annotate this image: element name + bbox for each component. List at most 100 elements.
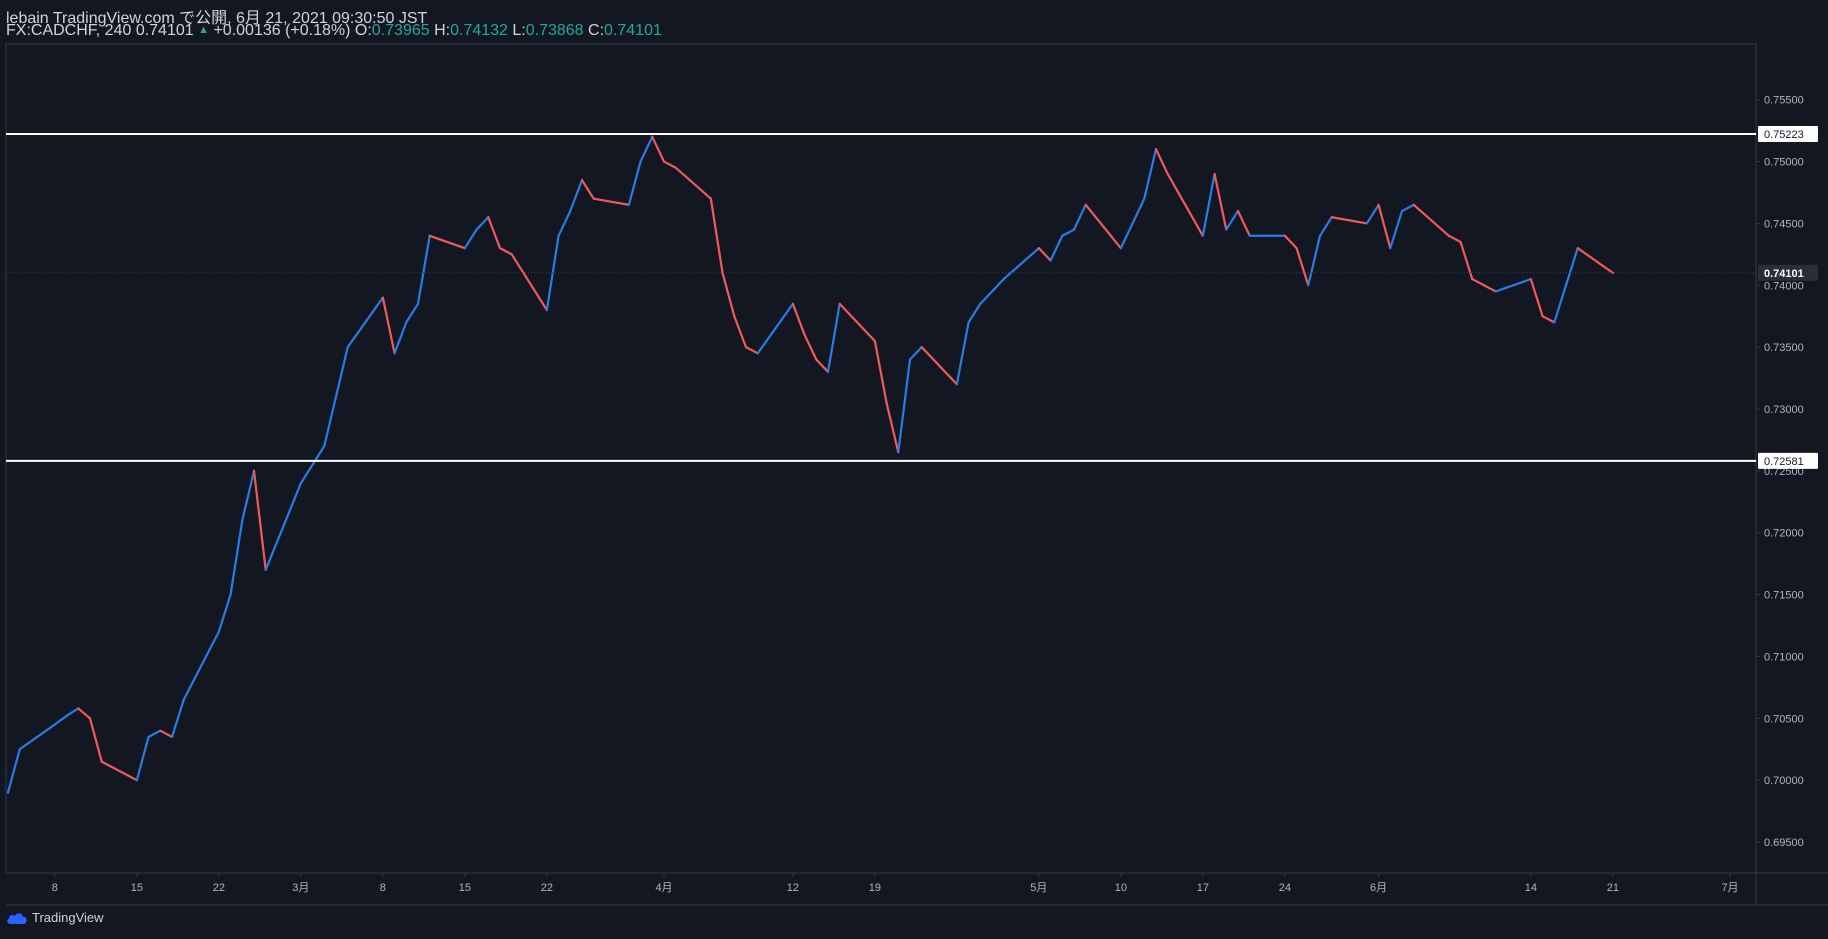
price-segment [475, 216, 490, 231]
price-segment [53, 714, 68, 726]
price-segment [838, 302, 876, 343]
y-tick-label: 0.71000 [1764, 651, 1804, 663]
price-segment [252, 469, 267, 571]
price-segment [229, 519, 244, 596]
price-segment [592, 197, 630, 206]
x-tick-label: 19 [869, 882, 881, 894]
x-tick-label: 24 [1279, 882, 1291, 894]
price-segment [1365, 203, 1380, 225]
price-segment [815, 358, 830, 373]
y-tick-label: 0.75000 [1764, 157, 1804, 169]
y-tick-label: 0.73500 [1764, 342, 1804, 354]
last-price-label: 0.74101 [1764, 268, 1804, 280]
y-tick-label: 0.70000 [1764, 775, 1804, 787]
price-segment [1330, 216, 1368, 225]
price-segment [6, 748, 21, 794]
price-segment [1307, 234, 1322, 287]
price-chart[interactable]: 0.75500 0.75000 0.74500 0.74000 0.73500 0.730… [0, 0, 1828, 939]
y-tick-label: 0.70500 [1764, 713, 1804, 725]
price-segment [487, 216, 502, 250]
x-tick-label: 4月 [655, 882, 672, 894]
tradingview-logo[interactable]: TradingView [6, 910, 104, 925]
price-segment [334, 346, 349, 398]
x-tick-label: 3月 [292, 882, 309, 894]
price-segment [569, 179, 584, 213]
price-segment [1213, 172, 1228, 231]
price-segment [967, 302, 982, 324]
price-segment [803, 333, 818, 361]
price-segment [733, 315, 748, 349]
price-segment [1225, 209, 1240, 231]
level-price-label: 0.72581 [1764, 456, 1804, 468]
price-segment [1143, 148, 1158, 200]
price-segment [791, 302, 806, 336]
price-segment [662, 160, 677, 169]
price-segment [100, 760, 138, 782]
price-segment [1154, 148, 1169, 176]
price-segment [170, 698, 185, 738]
price-segment [639, 135, 654, 163]
x-tick-label: 22 [213, 882, 225, 894]
tradingview-cloud-icon [7, 912, 27, 924]
price-segment [744, 346, 759, 355]
x-tick-label: 21 [1607, 882, 1619, 894]
price-segment [1201, 172, 1216, 237]
price-segment [1119, 222, 1134, 250]
x-tick-label: 7月 [1721, 882, 1738, 894]
x-tick-label: 8 [380, 882, 386, 894]
x-tick-label: 22 [541, 882, 553, 894]
price-segment [1037, 247, 1052, 262]
price-segment [1541, 315, 1556, 324]
price-segment [709, 197, 724, 275]
price-segment [18, 723, 56, 751]
price-segment [1494, 277, 1532, 293]
y-tick-label: 0.74500 [1764, 218, 1804, 230]
price-segment [135, 735, 150, 782]
price-segment [674, 166, 712, 200]
price-segment [990, 277, 1005, 293]
price-segment [1377, 203, 1392, 250]
price-segment [557, 209, 572, 237]
price-segment [299, 463, 314, 485]
price-segment [651, 135, 666, 163]
price-segment [1412, 203, 1450, 237]
price-segment [147, 729, 162, 738]
price-segment [1447, 234, 1462, 244]
price-segment [1236, 209, 1251, 237]
price-segment [510, 253, 548, 312]
price-segment [1283, 234, 1298, 250]
price-segment [311, 445, 326, 466]
tradingview-brand: TradingView [32, 910, 104, 925]
y-tick-label: 0.73000 [1764, 404, 1804, 416]
price-segment [77, 707, 92, 720]
x-tick-label: 6月 [1370, 882, 1387, 894]
price-segment [1049, 234, 1064, 262]
y-tick-label: 0.75500 [1764, 95, 1804, 107]
price-segment [416, 234, 431, 305]
price-segment [885, 401, 900, 454]
price-segment [1529, 277, 1544, 318]
x-tick-label: 10 [1115, 882, 1127, 894]
price-segment [88, 717, 103, 763]
price-segment [1553, 284, 1568, 324]
price-segment [721, 271, 736, 318]
price-segment [65, 707, 80, 717]
y-tick-label: 0.69500 [1764, 837, 1804, 849]
price-segment [1318, 216, 1333, 237]
price-segment [1084, 203, 1122, 250]
price-segment [1166, 172, 1204, 237]
price-segment [323, 395, 338, 448]
price-segment [756, 302, 794, 355]
price-segment [1482, 284, 1497, 293]
price-segment [463, 228, 478, 250]
price-segment [955, 321, 970, 386]
price-segment [1072, 203, 1087, 231]
price-segment [381, 296, 396, 355]
y-tick-label: 0.74000 [1764, 280, 1804, 292]
price-segment [393, 321, 408, 355]
price-segment [346, 296, 384, 349]
x-tick-label: 5月 [1030, 882, 1047, 894]
price-segment [1471, 277, 1486, 287]
price-segment [498, 247, 513, 256]
price-segment [405, 302, 420, 324]
